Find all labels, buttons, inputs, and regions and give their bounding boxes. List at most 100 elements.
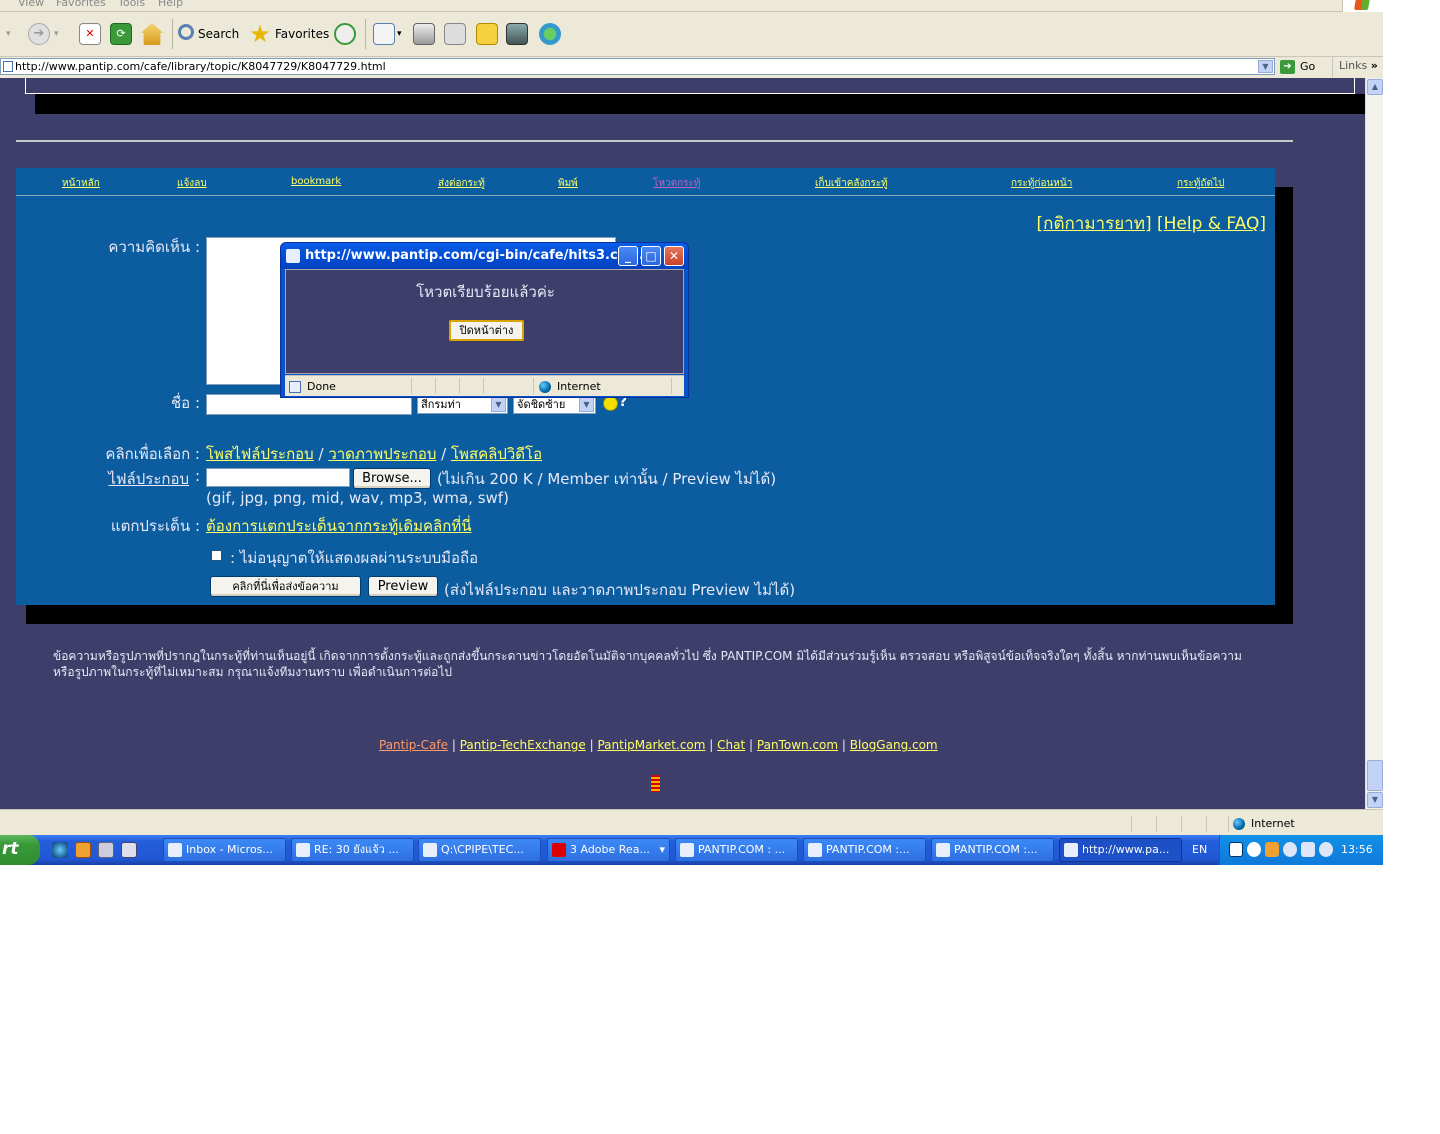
task-folder[interactable]: Q:\CPIPE\TEC... <box>418 838 541 862</box>
footer-link-market[interactable]: PantipMarket.com <box>597 738 705 752</box>
research-icon <box>506 23 528 45</box>
outlook-tray-icon[interactable] <box>1265 842 1279 857</box>
back-dropdown[interactable]: ▾ <box>6 19 11 49</box>
nav-prev-topic[interactable]: กระทู้ก่อนหน้า <box>1011 176 1072 191</box>
mail-button[interactable]: ▾ <box>373 19 402 49</box>
info-tray-icon[interactable] <box>1247 842 1261 857</box>
footer-sep: | <box>589 738 594 752</box>
nav-forward[interactable]: ส่งต่อกระทู้ <box>438 176 485 191</box>
popup-status-text: Done <box>307 380 336 393</box>
nav-report[interactable]: แจ้งลบ <box>177 176 207 191</box>
rules-links: [กติกามารยาท] [Help & FAQ] <box>1036 214 1266 234</box>
hit-counter-icon <box>651 775 660 792</box>
close-window-button[interactable]: ปิดหน้าต่าง <box>449 320 524 341</box>
discuss-button[interactable] <box>476 19 498 49</box>
nav-bookmark[interactable]: bookmark <box>291 176 341 187</box>
footer-link-techexchange[interactable]: Pantip-TechExchange <box>460 738 586 752</box>
popup-zone-label: Internet <box>557 380 601 393</box>
maximize-button[interactable]: □ <box>641 246 661 266</box>
task-pantip-3[interactable]: PANTIP.COM :... <box>931 838 1054 862</box>
disclaimer-text: ข้อความหรือรูปภาพที่ปรากฎในกระทู้ที่ท่าน… <box>53 649 1242 679</box>
favorites-button[interactable]: ★ Favorites <box>249 19 329 49</box>
menu-view[interactable]: View <box>18 0 44 9</box>
printer-icon <box>413 23 435 45</box>
split-topic-link[interactable]: ต้องการแตกประเด็นจากกระทู้เดิมคลิกที่นี่ <box>206 514 471 538</box>
address-dropdown[interactable]: ▼ <box>1258 60 1273 73</box>
help-faq-link[interactable]: Help & FAQ <box>1164 214 1260 234</box>
nav-archive[interactable]: เก็บเข้าคลังกระทู้ <box>815 176 888 191</box>
links-toolbar[interactable]: Links » <box>1332 57 1378 77</box>
post-file-link[interactable]: โพสไฟล์ประกอบ <box>206 445 314 463</box>
browse-button[interactable]: Browse... <box>353 468 431 489</box>
scroll-thumb[interactable] <box>1367 760 1383 791</box>
close-button[interactable]: ✕ <box>664 246 684 266</box>
task-pantip-2[interactable]: PANTIP.COM :... <box>803 838 926 862</box>
rules-link[interactable]: กติกามารยาท <box>1043 214 1145 234</box>
ie-quicklaunch-icon[interactable] <box>52 842 68 858</box>
notepad-quicklaunch-icon[interactable] <box>98 842 114 858</box>
menu-favorites[interactable]: Favorites <box>56 0 106 9</box>
file-types: (gif, jpg, png, mid, wav, mp3, wma, swf) <box>206 489 509 507</box>
footer-link-cafe[interactable]: Pantip-Cafe <box>379 738 448 752</box>
nav-vote[interactable]: โหวตกระทู้ <box>653 176 700 191</box>
footer-link-bloggang[interactable]: BlogGang.com <box>850 738 938 752</box>
task-adobe[interactable]: 3 Adobe Rea... ▾ <box>547 838 670 862</box>
history-button[interactable] <box>334 19 356 49</box>
footer-link-chat[interactable]: Chat <box>717 738 745 752</box>
post-video-link[interactable]: โพสคลิปวิดีโอ <box>451 445 542 463</box>
refresh-button[interactable]: ⟳ <box>110 19 132 49</box>
file-input[interactable] <box>206 468 350 487</box>
nav-home[interactable]: หน้าหลัก <box>62 176 100 191</box>
star-icon: ★ <box>249 20 271 48</box>
forward-button[interactable]: ➔ ▾ <box>28 19 59 49</box>
page-icon <box>3 61 13 72</box>
stop-button[interactable]: ✕ <box>79 19 101 49</box>
windows-flag-icon <box>1353 0 1371 10</box>
desktop-quicklaunch-icon[interactable] <box>121 842 137 858</box>
vertical-scrollbar[interactable]: ▲ ▼ <box>1365 78 1383 809</box>
name-label: ชื่อ : <box>170 394 200 412</box>
footer-link-pantown[interactable]: PanTown.com <box>757 738 838 752</box>
volume-tray-icon[interactable] <box>1319 842 1333 857</box>
scroll-up-button[interactable]: ▲ <box>1367 79 1383 95</box>
draw-link[interactable]: วาดภาพประกอบ <box>328 445 436 463</box>
task-popup[interactable]: http://www.pa... <box>1059 838 1182 862</box>
footer-sep: | <box>709 738 714 752</box>
nav-print[interactable]: พิมพ์ <box>558 176 578 191</box>
nav-next-topic[interactable]: กระทู้ถัดไป <box>1177 176 1224 191</box>
menu-help[interactable]: Help <box>158 0 183 9</box>
research-button[interactable] <box>506 19 528 49</box>
outlook-quicklaunch-icon[interactable] <box>75 842 91 858</box>
security-zone: Internet <box>1233 817 1295 830</box>
language-indicator[interactable]: EN <box>1192 843 1207 856</box>
address-input[interactable]: http://www.pantip.com/cafe/library/topic… <box>0 58 1275 75</box>
vpn-tray-icon[interactable] <box>1229 842 1243 857</box>
no-mobile-checkbox[interactable] <box>211 550 222 561</box>
task-pantip-1[interactable]: PANTIP.COM : ... <box>675 838 798 862</box>
home-button[interactable] <box>141 19 163 49</box>
start-button[interactable]: rt <box>0 835 40 865</box>
edit-button[interactable] <box>444 19 466 49</box>
search-button[interactable]: Search <box>178 19 239 49</box>
windows-logo <box>1342 0 1383 12</box>
status-bar: Internet <box>0 809 1383 835</box>
task-mail-label: RE: 30 ยังแจ้ว ... <box>314 843 399 856</box>
task-inbox[interactable]: Inbox - Micros... <box>163 838 286 862</box>
print-button[interactable] <box>413 19 435 49</box>
file-label[interactable]: ไฟล์ประกอบ <box>76 467 189 491</box>
task-mail[interactable]: RE: 30 ยังแจ้ว ... <box>291 838 414 862</box>
minimize-button[interactable]: _ <box>618 246 638 266</box>
home-icon <box>141 23 163 45</box>
smiley-icon[interactable] <box>603 396 618 411</box>
display-tray-icon[interactable] <box>1301 842 1315 857</box>
messenger-button[interactable] <box>539 19 561 49</box>
popup-status-bar: Done Internet <box>285 375 684 396</box>
footer-sep: | <box>451 738 456 752</box>
task-pantip-2-label: PANTIP.COM :... <box>826 843 910 856</box>
scroll-down-button[interactable]: ▼ <box>1367 792 1383 808</box>
submit-button[interactable]: คลิกที่นี่เพื่อส่งข้อความ <box>210 576 361 597</box>
menu-tools[interactable]: Tools <box>118 0 145 9</box>
go-button[interactable]: ➔ Go <box>1280 58 1315 75</box>
preview-button[interactable]: Preview <box>368 576 438 597</box>
network-tray-icon[interactable] <box>1283 842 1297 857</box>
